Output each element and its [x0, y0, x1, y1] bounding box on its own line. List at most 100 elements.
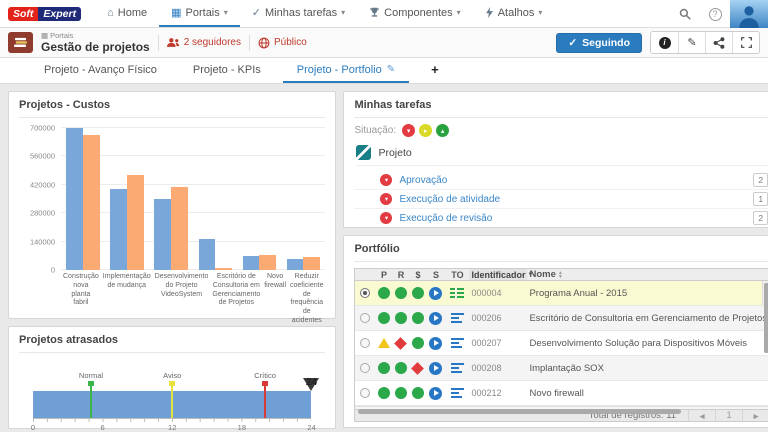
bar[interactable]	[154, 199, 171, 270]
column-header-Nome[interactable]: Nome▲▼	[527, 269, 768, 280]
tab-kpis[interactable]: Projeto - KPIs	[179, 58, 275, 83]
next-page-button[interactable]: ►	[742, 410, 768, 421]
play-cell	[426, 362, 445, 375]
add-tab-button[interactable]: +	[417, 58, 453, 83]
navbar-right: ?	[670, 0, 768, 28]
task-row[interactable]: ▾Execução de revisão2	[354, 209, 768, 228]
type-cell	[445, 338, 469, 349]
globe-icon	[258, 37, 270, 49]
row-select-cell[interactable]	[355, 313, 375, 323]
fullscreen-button[interactable]	[732, 32, 759, 53]
avatar[interactable]	[730, 0, 768, 28]
followers-link[interactable]: 2 seguidores	[167, 37, 241, 48]
nav-item-atalhos[interactable]: Atalhos ▾	[473, 0, 555, 27]
status-cell	[375, 287, 392, 299]
task-group-projeto[interactable]: Projeto	[356, 145, 768, 166]
share-button[interactable]	[705, 32, 732, 53]
column-header-label: TO	[451, 270, 463, 280]
table-row[interactable]: 000212Novo firewall	[355, 381, 768, 406]
bar[interactable]	[287, 259, 304, 270]
play-icon[interactable]	[429, 337, 442, 350]
nav-item-label: Portais	[186, 7, 220, 19]
bar[interactable]	[215, 268, 232, 270]
status-circle-icon	[395, 387, 407, 399]
softexpert-logo[interactable]: Soft Expert	[8, 0, 81, 27]
grid-icon: ▦	[171, 6, 181, 19]
play-icon[interactable]	[429, 287, 442, 300]
table-row[interactable]: 000208Implantação SOX	[355, 356, 768, 381]
bar[interactable]	[127, 175, 144, 270]
task-link[interactable]: Execução de atividade	[399, 194, 746, 205]
table-row[interactable]: 000206Escritório de Consultoria em Geren…	[355, 306, 768, 331]
current-page[interactable]: 1	[715, 410, 742, 421]
tab-avanco-fisico[interactable]: Projeto - Avanço Físico	[30, 58, 171, 83]
horizontal-scrollbar[interactable]	[355, 406, 768, 409]
row-radio[interactable]	[360, 388, 370, 398]
bar[interactable]	[66, 128, 83, 270]
task-link[interactable]: Execução de revisão	[399, 213, 746, 224]
status-cell	[375, 362, 392, 374]
column-header-TO[interactable]: TO	[445, 270, 469, 280]
bar[interactable]	[83, 135, 100, 270]
column-header-P[interactable]: P	[375, 270, 392, 280]
situacao-badge-red[interactable]: ▾	[402, 124, 415, 137]
table-row[interactable]: 000004Programa Anual - 2015	[355, 281, 768, 306]
row-select-cell[interactable]	[355, 288, 375, 298]
table-vertical-scrollbar[interactable]	[762, 281, 768, 305]
task-row[interactable]: ▾Aprovação2	[354, 171, 768, 190]
nav-item-componentes[interactable]: Componentes ▾	[357, 0, 473, 27]
play-icon[interactable]	[429, 387, 442, 400]
task-row[interactable]: ▾Execução de atividade1	[354, 190, 768, 209]
column-header-S[interactable]: S	[426, 270, 445, 280]
nav-item-minhas-tarefas[interactable]: ✓ Minhas tarefas ▾	[240, 0, 357, 27]
column-header-$[interactable]: $	[409, 270, 426, 280]
row-select-cell[interactable]	[355, 388, 375, 398]
help-icon[interactable]: ?	[700, 0, 730, 28]
search-icon[interactable]	[670, 0, 700, 28]
divider	[249, 35, 250, 51]
following-button[interactable]: ✓ Seguindo	[556, 33, 642, 53]
play-icon[interactable]	[429, 362, 442, 375]
nav-item-portais[interactable]: ▦ Portais ▾	[159, 0, 240, 27]
row-radio[interactable]	[360, 338, 370, 348]
prev-page-button[interactable]: ◄	[688, 410, 715, 421]
bolt-icon	[485, 7, 494, 18]
nav-item-home[interactable]: ⌂ Home	[95, 0, 159, 27]
row-radio[interactable]	[360, 288, 370, 298]
row-radio[interactable]	[360, 313, 370, 323]
followers-icon	[167, 37, 180, 48]
status-circle-icon	[378, 387, 390, 399]
scrollbar-thumb[interactable]	[358, 409, 681, 414]
bar[interactable]	[259, 255, 276, 270]
task-link[interactable]: Aprovação	[399, 175, 746, 186]
nav-item-label: Minhas tarefas	[265, 7, 337, 19]
row-radio[interactable]	[360, 363, 370, 373]
expand-icon	[741, 37, 752, 48]
nav-item-label: Home	[118, 7, 147, 19]
row-select-cell[interactable]	[355, 338, 375, 348]
column-header-Identificador[interactable]: Identificador▼	[469, 269, 527, 280]
table-row[interactable]: 000207Desenvolvimento Solução para Dispo…	[355, 331, 768, 356]
visibility-badge[interactable]: Público	[258, 37, 307, 49]
main-nav: ⌂ Home ▦ Portais ▾ ✓ Minhas tarefas ▾ Co…	[95, 0, 554, 27]
situacao-badge-yellow[interactable]: ▸	[419, 124, 432, 137]
play-icon[interactable]	[429, 312, 442, 325]
situacao-badge-green[interactable]: ▴	[436, 124, 449, 137]
bar-group	[105, 128, 149, 270]
gauge-pointer[interactable]: 24	[303, 378, 319, 391]
column-header-R[interactable]: R	[392, 270, 409, 280]
project-icon	[356, 145, 371, 160]
scrollbar-thumb[interactable]	[764, 283, 768, 353]
bar[interactable]	[171, 187, 188, 270]
row-select-cell[interactable]	[355, 363, 375, 373]
bar[interactable]	[199, 239, 216, 270]
tab-portfolio[interactable]: Projeto - Portfolio ✎	[283, 58, 409, 83]
type-cell	[445, 288, 469, 299]
bar[interactable]	[243, 256, 260, 270]
edit-button[interactable]: ✎	[678, 32, 705, 53]
bar[interactable]	[110, 189, 127, 270]
gauge-marker-crítico: Crítico	[264, 381, 266, 418]
edit-pencil-icon[interactable]: ✎	[387, 64, 395, 75]
info-button[interactable]: i	[651, 32, 678, 53]
bar[interactable]	[303, 257, 320, 270]
